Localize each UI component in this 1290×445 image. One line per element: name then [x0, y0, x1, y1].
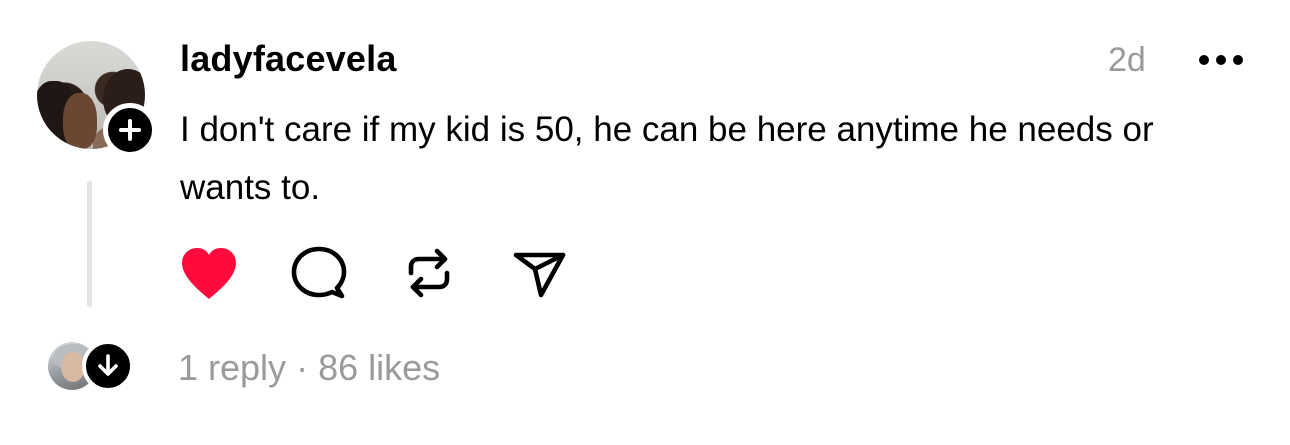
- action-bar: [176, 240, 572, 306]
- post-timestamp: 2d: [1108, 41, 1146, 79]
- share-button[interactable]: [506, 240, 572, 306]
- repost-icon: [408, 248, 450, 298]
- username[interactable]: ladyfacevela: [180, 38, 397, 80]
- reply-count[interactable]: 1 reply: [178, 347, 286, 388]
- post-stats: 1 reply · 86 likes: [178, 347, 440, 389]
- post-text: I don't care if my kid is 50, he can be …: [180, 110, 1154, 207]
- reply-avatars[interactable]: [48, 340, 138, 394]
- avatar-photo-face: [63, 93, 97, 149]
- like-button[interactable]: [176, 240, 242, 306]
- heart-icon: [182, 248, 236, 299]
- thread-line: [87, 181, 92, 307]
- send-icon: [513, 252, 566, 298]
- expand-replies-button[interactable]: [82, 340, 134, 392]
- thread-post: ladyfacevela 2d I don't care if my kid i…: [0, 0, 1290, 445]
- more-options-button[interactable]: [1196, 44, 1246, 76]
- follow-button[interactable]: [103, 103, 157, 157]
- plus-icon: [119, 119, 141, 141]
- comment-button[interactable]: [286, 240, 352, 306]
- arrow-down-icon: [98, 354, 118, 376]
- stats-separator: ·: [296, 347, 309, 388]
- more-horizontal-icon: [1199, 55, 1243, 65]
- repost-button[interactable]: [396, 240, 462, 306]
- like-count[interactable]: 86 likes: [318, 347, 440, 388]
- comment-bubble-icon: [291, 246, 347, 299]
